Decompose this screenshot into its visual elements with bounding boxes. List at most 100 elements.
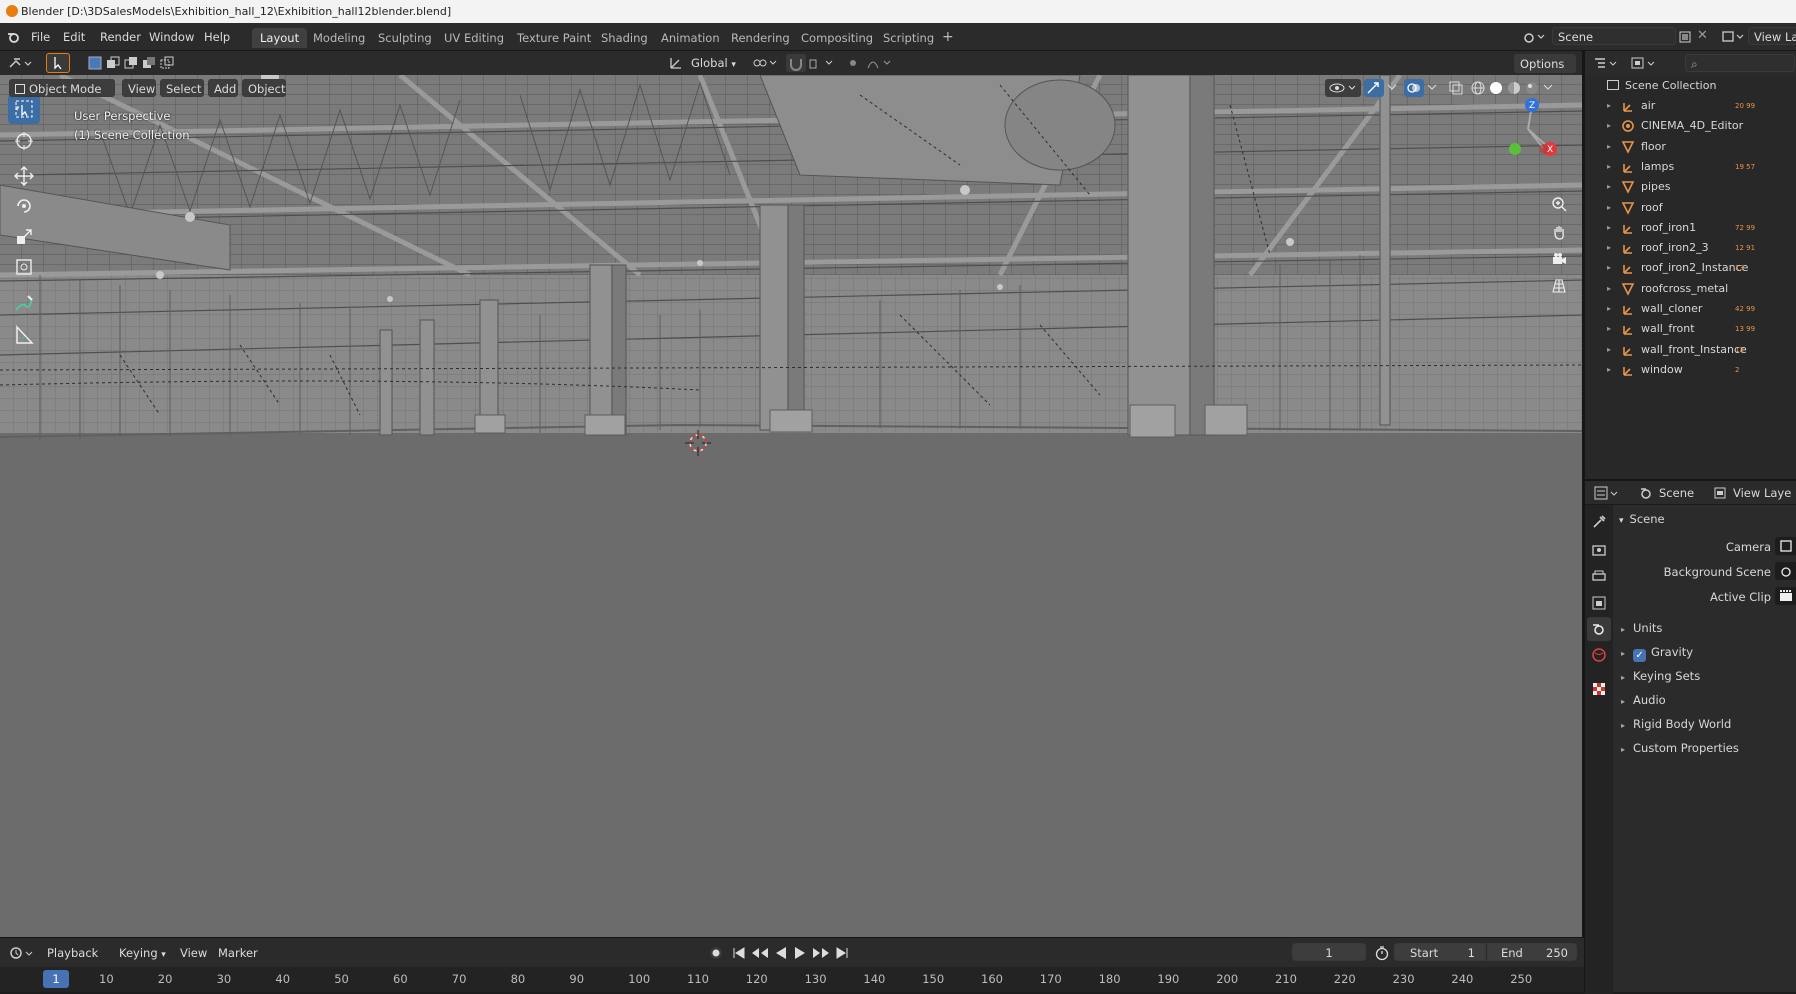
render-tab-icon[interactable] — [1591, 542, 1607, 561]
jump-end-icon[interactable] — [835, 945, 849, 964]
outliner-item[interactable]: ▸ roof_iron1 72 99 — [1585, 218, 1796, 238]
expand-right-icon[interactable]: ▸ — [1607, 218, 1611, 238]
camera-field[interactable] — [1775, 537, 1796, 555]
visibility-toggle-icon[interactable] — [1325, 79, 1361, 97]
record-icon[interactable] — [708, 945, 724, 964]
keying-sets-section[interactable]: ▸ Keying Sets — [1621, 669, 1700, 683]
editor-type-icon[interactable] — [8, 55, 36, 74]
outliner-item[interactable]: ▸ roof_iron2_Instance 13 — [1585, 258, 1796, 278]
snap-toggle-icon[interactable] — [786, 54, 806, 72]
rotate-tool[interactable] — [8, 191, 40, 221]
output-tab-icon[interactable] — [1591, 568, 1607, 587]
current-frame-field[interactable]: 1 — [1292, 943, 1366, 961]
play-reverse-icon[interactable] — [774, 945, 788, 964]
tab-shading[interactable]: Shading — [593, 28, 656, 48]
timeline-editor-type-icon[interactable] — [9, 945, 37, 964]
menu-select[interactable]: Select — [160, 79, 204, 97]
gizmo-dropdown-icon[interactable] — [1386, 81, 1398, 96]
scene-tab-icon[interactable] — [1587, 617, 1611, 641]
xray-toggle-icon[interactable] — [1448, 80, 1464, 99]
proportional-editing-icon[interactable] — [846, 56, 860, 73]
expand-right-icon[interactable]: ▸ — [1607, 198, 1611, 218]
audio-section[interactable]: ▸ Audio — [1621, 693, 1666, 707]
custom-properties-section[interactable]: ▸ Custom Properties — [1621, 741, 1739, 755]
expand-right-icon[interactable]: ▸ — [1607, 360, 1611, 380]
menu-add[interactable]: Add — [208, 79, 238, 97]
properties-tab-scene[interactable]: Scene — [1659, 486, 1694, 500]
select-tool-mode-icon[interactable] — [46, 53, 70, 73]
pivot-point-icon[interactable] — [752, 56, 780, 73]
view-layer-tab-icon[interactable] — [1591, 595, 1607, 614]
outliner-item[interactable]: ▸ window 2 — [1585, 360, 1796, 380]
tab-compositing[interactable]: Compositing — [793, 28, 881, 48]
marker-menu[interactable]: Marker — [213, 944, 259, 962]
menu-object[interactable]: Object — [242, 79, 286, 97]
playback-menu[interactable]: Playback ▾ — [42, 944, 110, 978]
outliner-item[interactable]: ▸ CINEMA_4D_Editor — [1585, 116, 1796, 136]
overlays-dropdown-icon[interactable] — [1426, 81, 1438, 96]
texture-tab-icon[interactable] — [1591, 681, 1607, 700]
3d-viewport[interactable]: User Perspective (1) Scene Collection Ob… — [0, 75, 1584, 937]
tab-layout[interactable]: Layout — [252, 28, 308, 48]
camera-view-icon[interactable] — [1547, 247, 1571, 271]
options-dropdown[interactable]: Options ▾ — [1514, 54, 1576, 89]
outliner-item[interactable]: ▸ wall_front_Instance 13 — [1585, 340, 1796, 360]
expand-right-icon[interactable]: ▸ — [1607, 279, 1611, 299]
tab-uv-editing[interactable]: UV Editing — [436, 28, 512, 48]
perspective-toggle-icon[interactable] — [1547, 274, 1571, 298]
scene-name-field[interactable]: Scene — [1552, 27, 1676, 45]
expand-right-icon[interactable]: ▸ — [1607, 238, 1611, 258]
outliner-item[interactable]: ▸ lamps 19 57 — [1585, 157, 1796, 177]
display-mode-icon[interactable] — [1631, 55, 1659, 74]
blender-menu-icon[interactable] — [7, 30, 21, 47]
gravity-section[interactable]: ▸ ✓ Gravity — [1621, 645, 1693, 662]
properties-editor-type-icon[interactable] — [1594, 485, 1622, 504]
expand-right-icon[interactable]: ▸ — [1607, 258, 1611, 278]
outliner-item[interactable]: ▸ floor — [1585, 137, 1796, 157]
prev-keyframe-icon[interactable] — [750, 945, 770, 964]
overlays-toggle-icon[interactable] — [1404, 79, 1424, 97]
zoom-icon[interactable] — [1547, 192, 1571, 216]
gizmo-toggle-icon[interactable] — [1364, 79, 1384, 97]
gravity-checkbox[interactable]: ✓ — [1633, 649, 1647, 662]
outliner-item[interactable]: ▸ pipes — [1585, 177, 1796, 197]
transform-tool[interactable] — [8, 252, 40, 282]
menu-edit[interactable]: Edit — [58, 28, 90, 46]
expand-right-icon[interactable]: ▸ — [1607, 157, 1611, 177]
stopwatch-icon[interactable] — [1374, 945, 1390, 964]
menu-window[interactable]: Window — [144, 28, 199, 46]
outliner-item[interactable]: ▸ wall_front 13 99 — [1585, 319, 1796, 339]
annotate-tool[interactable] — [8, 289, 40, 319]
keying-menu[interactable]: Keying ▾ — [114, 944, 172, 962]
expand-right-icon[interactable]: ▸ — [1607, 177, 1611, 197]
selection-mode-new-icon[interactable] — [88, 56, 102, 73]
selection-mode-extend-icon[interactable] — [106, 56, 120, 73]
outliner-item[interactable]: ▸ air 20 99 — [1585, 96, 1796, 116]
tab-sculpting[interactable]: Sculpting — [370, 28, 440, 48]
selection-mode-invert-icon[interactable] — [142, 56, 156, 73]
expand-right-icon[interactable]: ▸ — [1607, 319, 1611, 339]
pan-hand-icon[interactable] — [1547, 220, 1571, 244]
proportional-falloff-icon[interactable] — [866, 56, 894, 73]
object-mode-dropdown[interactable]: Object Mode ▾ — [9, 79, 115, 114]
view-layer-field[interactable]: View La — [1748, 27, 1796, 45]
timeline-view-menu[interactable]: View — [175, 944, 211, 962]
active-clip-field[interactable] — [1775, 587, 1796, 605]
jump-start-icon[interactable] — [732, 945, 746, 964]
menu-render[interactable]: Render — [95, 28, 146, 46]
outliner-item[interactable]: ▸ wall_cloner 42 99 — [1585, 299, 1796, 319]
menu-view[interactable]: View — [122, 79, 156, 97]
properties-tab-view-layer[interactable]: View Laye — [1733, 486, 1791, 500]
view-layer-selector-icon[interactable] — [1722, 30, 1746, 47]
background-scene-field[interactable] — [1775, 562, 1796, 580]
tab-texture-paint[interactable]: Texture Paint — [509, 28, 599, 48]
world-tab-icon[interactable] — [1591, 647, 1607, 666]
next-keyframe-icon[interactable] — [811, 945, 831, 964]
select-box-tool[interactable] — [8, 94, 40, 124]
remove-scene-icon[interactable]: ✕ — [1697, 28, 1708, 43]
scene-selector-icon[interactable] — [1522, 30, 1546, 47]
outliner-root-row[interactable]: Scene Collection — [1585, 76, 1796, 96]
expand-right-icon[interactable]: ▸ — [1607, 137, 1611, 157]
expand-right-icon[interactable]: ▸ — [1607, 116, 1611, 136]
selection-mode-subtract-icon[interactable] — [124, 56, 138, 73]
